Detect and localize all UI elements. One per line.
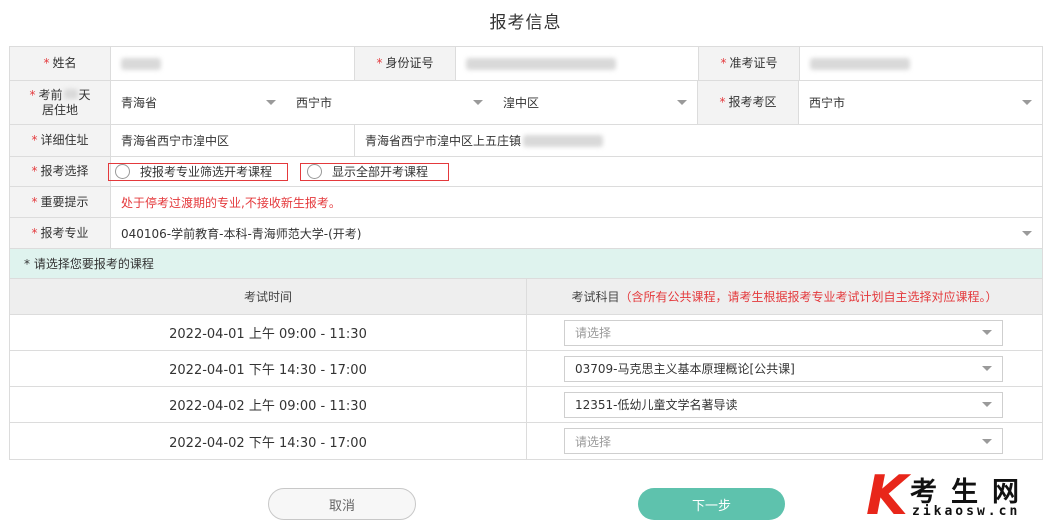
choice-label: * 报考选择 bbox=[10, 157, 111, 186]
logo-k: K bbox=[866, 464, 908, 527]
cancel-button[interactable]: 取消 bbox=[268, 488, 416, 520]
id-card-label: * 身份证号 bbox=[355, 47, 456, 80]
subject-select[interactable]: 12351-低幼儿童文学名著导读 bbox=[564, 391, 1003, 418]
registration-form: * 姓名 * 身份证号 * 准考证号 * 考前天 居住地 青海省 西宁市 湟中区 * 报考… bbox=[9, 46, 1043, 460]
address-row: * 详细住址 青海省西宁市湟中区 青海省西宁市湟中区上五庄镇 bbox=[10, 125, 1042, 157]
show-all-courses-option[interactable]: 显示全部开考课程 bbox=[300, 162, 449, 181]
admission-no-redacted bbox=[810, 57, 910, 70]
subject-select[interactable]: 请选择 bbox=[564, 428, 1003, 454]
admission-no-value bbox=[800, 47, 1042, 80]
exam-area-label: * 报考考区 bbox=[698, 81, 799, 124]
name-redacted bbox=[121, 57, 161, 70]
residence-label: * 考前天 居住地 bbox=[10, 81, 111, 124]
exam-time-cell: 2022-04-01 上午 09:00 - 11:30 bbox=[10, 315, 527, 350]
watermark-logo: K 考生网 zikaosw.cn bbox=[866, 468, 1044, 524]
course-table-body: 2022-04-01 上午 09:00 - 11:30 请选择 2022-04-01… bbox=[10, 315, 1042, 459]
col-exam-time: 考试时间 bbox=[10, 279, 527, 314]
subject-select[interactable]: 03709-马克思主义基本原理概论[公共课] bbox=[564, 355, 1003, 382]
chevron-down-icon bbox=[982, 402, 992, 407]
radio-icon[interactable] bbox=[115, 164, 130, 179]
major-select[interactable]: 040106-学前教育-本科-青海师范大学-(开考) bbox=[111, 218, 1042, 248]
id-card-redacted bbox=[466, 57, 616, 70]
subject-cell: 请选择 bbox=[527, 315, 1042, 350]
chevron-down-icon bbox=[1022, 230, 1032, 236]
course-section-header: * 请选择您要报考的课程 bbox=[10, 249, 1042, 279]
table-row: 2022-04-01 下午 14:30 - 17:00 03709-马克思主义基本… bbox=[10, 351, 1042, 387]
city-select[interactable]: 西宁市 bbox=[286, 81, 493, 124]
radio-icon[interactable] bbox=[307, 164, 322, 179]
subject-cell: 12351-低幼儿童文学名著导读 bbox=[527, 387, 1042, 422]
chevron-down-icon bbox=[1022, 100, 1032, 105]
chevron-down-icon bbox=[982, 330, 992, 335]
subject-cell: 03709-马克思主义基本原理概论[公共课] bbox=[527, 351, 1042, 386]
major-label: * 报考专业 bbox=[10, 218, 111, 248]
district-select[interactable]: 湟中区 bbox=[493, 81, 698, 124]
residence-row: * 考前天 居住地 青海省 西宁市 湟中区 * 报考考区 西宁市 bbox=[10, 81, 1042, 125]
subject-select[interactable]: 请选择 bbox=[564, 319, 1003, 346]
name-value bbox=[111, 47, 355, 80]
notice-row: * 重要提示 处于停考过渡期的专业,不接收新生报考。 bbox=[10, 187, 1042, 218]
choice-options: 按报考专业筛选开考课程 显示全部开考课程 bbox=[108, 157, 1042, 186]
name-label: * 姓名 bbox=[10, 47, 111, 80]
chevron-down-icon bbox=[266, 100, 276, 105]
logo-en-text: zikaosw.cn bbox=[912, 504, 1021, 519]
table-row: 2022-04-02 上午 09:00 - 11:30 12351-低幼儿童文学名… bbox=[10, 387, 1042, 423]
subject-cell: 请选择 bbox=[527, 423, 1042, 459]
address-label: * 详细住址 bbox=[10, 125, 111, 156]
exam-area-select[interactable]: 西宁市 bbox=[799, 81, 1042, 124]
exam-time-cell: 2022-04-01 下午 14:30 - 17:00 bbox=[10, 351, 527, 386]
chevron-down-icon bbox=[473, 100, 483, 105]
exam-time-cell: 2022-04-02 上午 09:00 - 11:30 bbox=[10, 387, 527, 422]
course-table-header: 考试时间 考试科目 （含所有公共课程，请考生根据报考专业考试计划自主选择对应课程。… bbox=[10, 279, 1042, 315]
address-prefix: 青海省西宁市湟中区 bbox=[111, 125, 355, 156]
col-exam-subject: 考试科目 （含所有公共课程，请考生根据报考专业考试计划自主选择对应课程。） bbox=[571, 290, 998, 304]
choice-row: * 报考选择 按报考专业筛选开考课程 显示全部开考课程 bbox=[10, 157, 1042, 187]
address-input[interactable]: 青海省西宁市湟中区上五庄镇 bbox=[355, 125, 1042, 156]
filter-by-major-option[interactable]: 按报考专业筛选开考课程 bbox=[108, 162, 288, 181]
admission-no-label: * 准考证号 bbox=[699, 47, 800, 80]
chevron-down-icon bbox=[982, 366, 992, 371]
chevron-down-icon bbox=[677, 100, 687, 105]
notice-text: 处于停考过渡期的专业,不接收新生报考。 bbox=[121, 195, 341, 210]
next-step-button[interactable]: 下一步 bbox=[638, 488, 785, 520]
identity-row: * 姓名 * 身份证号 * 准考证号 bbox=[10, 47, 1042, 81]
notice-label: * 重要提示 bbox=[10, 187, 111, 217]
table-row: 2022-04-02 下午 14:30 - 17:00 请选择 bbox=[10, 423, 1042, 459]
province-select[interactable]: 青海省 bbox=[111, 81, 286, 124]
major-row: * 报考专业 040106-学前教育-本科-青海师范大学-(开考) bbox=[10, 218, 1042, 249]
id-card-value bbox=[456, 47, 699, 80]
exam-time-cell: 2022-04-02 下午 14:30 - 17:00 bbox=[10, 423, 527, 459]
table-row: 2022-04-01 上午 09:00 - 11:30 请选择 bbox=[10, 315, 1042, 351]
chevron-down-icon bbox=[982, 438, 992, 444]
page-title: 报考信息 bbox=[489, 13, 562, 33]
